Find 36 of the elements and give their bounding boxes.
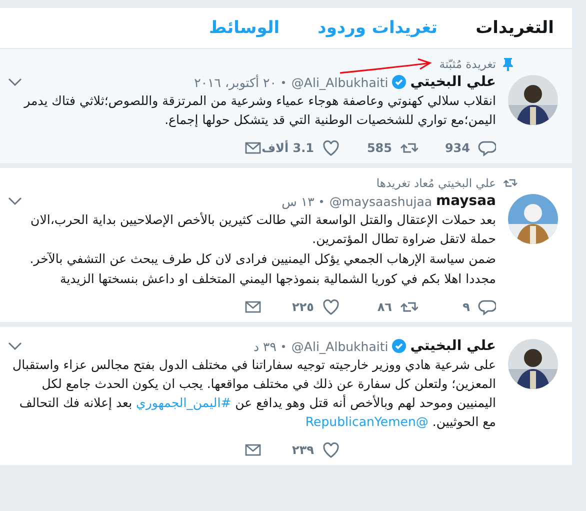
like-count: ٢٢٥ [292,300,314,314]
reply-count: 934 [444,141,470,155]
user-name[interactable]: علي البخيتي [410,338,496,354]
tweet-time[interactable]: ٢٠ أكتوبر، ٢٠١٦ [194,74,276,90]
tab[interactable]: الوسائط [209,18,280,38]
tweet-text: بعد حملات الإعتقال والقتل الواسعة التي طالت كثيرين بالأخص الإصلاحيين بداية الحرب،الان حملة لاتقل ضراوة تطال المؤتمرين. [30,211,496,248]
chevron-down-icon[interactable] [8,341,22,351]
tweet-text: انقلاب سلالي كهنوتي وعاصفة هوجاء عمياء وشرعية من المرتزقة واللصوص؛ثلاثي فتاك يدمر اليمن؛مع تواري للشخصيات الوطنية التي قد يتشكل حولها إجماع. [22,92,496,129]
reply-icon[interactable] [478,139,496,157]
tab[interactable]: التغريدات [476,18,554,38]
user-name[interactable]: علي البخيتي [410,74,496,90]
hashtag-link[interactable]: #اليمن_الجمهوري [136,395,232,410]
reply-count: ٩ [462,300,470,314]
mention-link[interactable]: @RepublicanYemen [305,414,428,429]
pin-icon [502,57,514,71]
chevron-down-icon[interactable] [8,77,22,87]
user-handle: @Ali_Albukhaiti [291,74,388,90]
chevron-down-icon[interactable] [8,196,22,206]
like-count: ٢٣٩ [292,443,314,457]
retweet-count: ٨٦ [377,300,392,314]
tweet-text: مجددا اهلا بكم في كوريا الشمالية بنموذجها اليمني المتخلف او داعش بنسختها الزيدية [59,270,496,288]
tab[interactable]: تغريدات وردود [318,18,438,38]
pinned-label: تغريدة مُثبّتة [439,57,496,71]
retweet-count: 585 [366,141,392,155]
user-name[interactable]: maysaa [436,193,496,209]
tweet-text: ضمن سياسة الإرهاب الجمعي يؤكل اليمنيين فرادى لان كل طرف يبحث عن التشفي بالآخر. [28,250,496,268]
like-icon[interactable] [322,441,340,459]
like-count: 3.1 ألاف [262,141,314,155]
user-handle: @Ali_Albukhaiti [291,338,388,354]
user-handle: @maysaashujaa [329,194,432,208]
tweet-time[interactable]: ٣٩ د [253,338,276,354]
like-icon[interactable] [322,298,340,316]
retweet-label: علي البخيتي مُعاد تغريدها [376,176,496,190]
tweet-time[interactable]: ١٣ س [282,194,314,208]
like-icon[interactable] [322,139,340,157]
reply-icon[interactable] [478,298,496,316]
